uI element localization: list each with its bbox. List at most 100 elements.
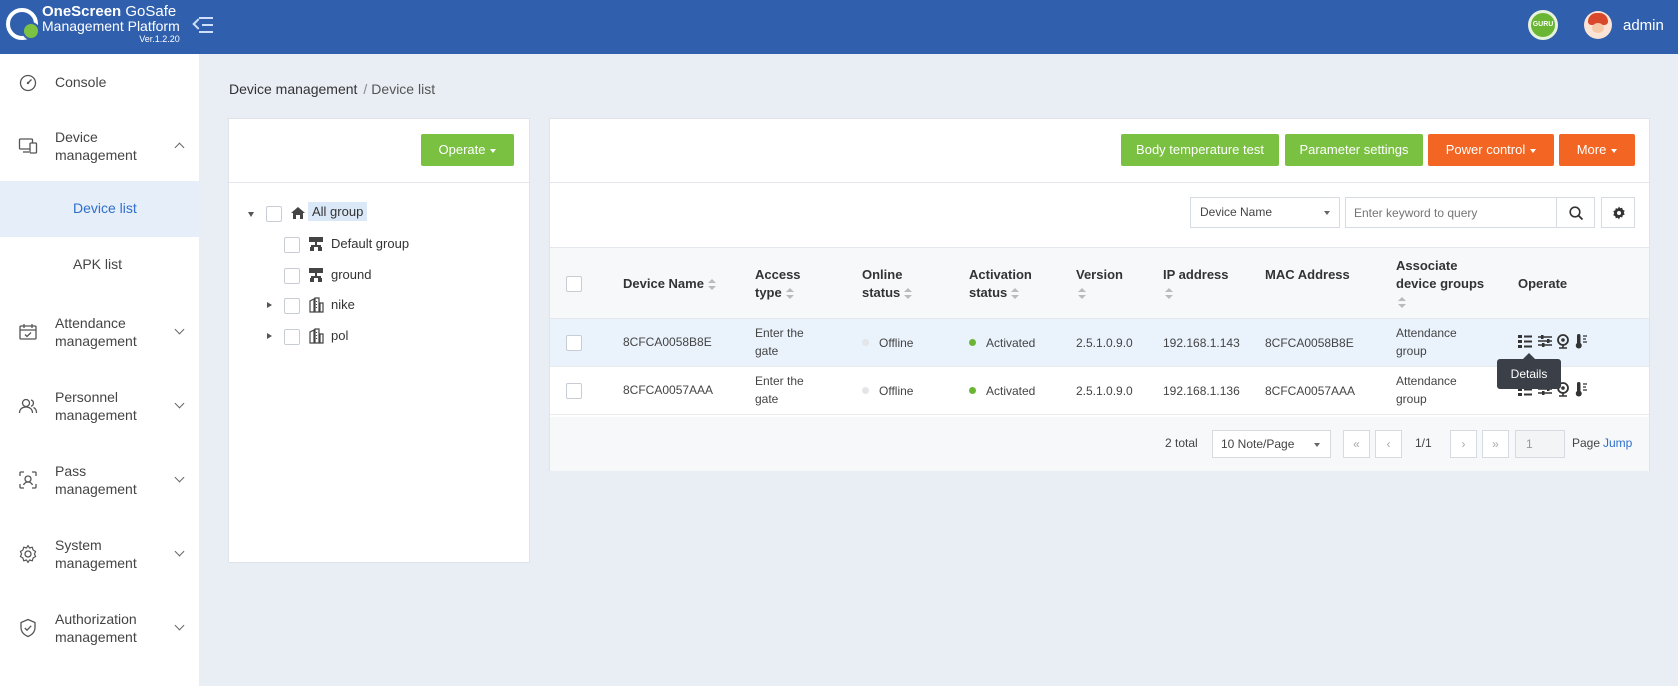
tree-node-default-group[interactable]: Default group (229, 233, 529, 257)
cell-activation-status: Activated (969, 334, 1035, 352)
sidebar-item-personnel-management[interactable]: Personnel management (0, 378, 199, 434)
col-online-status[interactable]: Online status (862, 266, 942, 302)
cell-online-status: Offline (862, 334, 913, 352)
tree-checkbox[interactable] (284, 237, 300, 253)
tree-node-pol[interactable]: pol (229, 325, 529, 349)
sidebar: Console Device management Device list AP… (0, 54, 199, 686)
collapse-menu-icon[interactable] (192, 14, 215, 36)
tree-node-all-group[interactable]: All group (229, 202, 529, 226)
col-associate-groups[interactable]: Associate device groups (1396, 257, 1516, 311)
sort-icon[interactable] (904, 287, 913, 300)
col-version[interactable]: Version (1076, 266, 1136, 302)
breadcrumb-separator: / (363, 81, 368, 97)
row-checkbox[interactable] (566, 335, 582, 351)
sidebar-item-apk-list[interactable]: APK list (0, 237, 199, 293)
sidebar-item-console[interactable]: Console (0, 54, 199, 110)
caret-down-icon (1324, 211, 1330, 215)
sidebar-item-authorization-management[interactable]: Authorization management (0, 600, 199, 656)
sort-icon[interactable] (1398, 296, 1406, 309)
org-chart-icon (309, 237, 323, 251)
face-scan-icon (19, 471, 37, 489)
tree-label-default-group[interactable]: Default group (331, 236, 409, 251)
tree-label-pol[interactable]: pol (331, 328, 348, 343)
col-ip-address[interactable]: IP address (1163, 266, 1243, 302)
tree-expand-icon[interactable] (267, 302, 272, 308)
jump-link[interactable]: Jump (1603, 436, 1632, 450)
user-avatar[interactable] (1584, 11, 1612, 39)
sidebar-label-pass-management: Pass management (55, 463, 137, 497)
power-control-button[interactable]: Power control (1428, 134, 1554, 166)
search-field-select[interactable]: Device Name (1190, 197, 1340, 228)
sidebar-item-attendance-management[interactable]: Attendance management (0, 304, 199, 360)
tree-node-ground[interactable]: ground (229, 264, 529, 288)
tree-collapse-icon[interactable] (248, 212, 254, 217)
sidebar-label-device-list: Device list (73, 200, 137, 216)
column-settings-button[interactable] (1601, 197, 1635, 228)
col-activation-status[interactable]: Activation status (969, 266, 1059, 302)
sidebar-label-attendance-management: Attendance management (55, 315, 137, 349)
row-checkbox[interactable] (566, 383, 582, 399)
guru-badge[interactable]: GURU (1528, 10, 1558, 40)
tree-checkbox[interactable] (284, 268, 300, 284)
sort-icon[interactable] (1078, 287, 1086, 300)
dashboard-icon (19, 74, 37, 92)
group-operate-button[interactable]: Operate (421, 134, 514, 166)
thermometer-icon[interactable] (1573, 333, 1589, 349)
status-dot-activated (969, 387, 976, 395)
last-page-button[interactable]: » (1482, 430, 1509, 458)
tree-checkbox[interactable] (284, 329, 300, 345)
breadcrumb: Device management / Device list (229, 81, 435, 97)
tree-label-nike[interactable]: nike (331, 297, 355, 312)
select-all-checkbox[interactable] (566, 276, 582, 292)
group-tree-panel: Operate All group Default group ground n… (228, 118, 530, 563)
next-page-button[interactable]: › (1450, 430, 1477, 458)
search-input[interactable] (1345, 197, 1556, 228)
details-icon[interactable] (1517, 333, 1533, 349)
thermometer-icon[interactable] (1573, 381, 1589, 397)
app-logo[interactable]: OneScreen GoSafe Management Platform Ver… (6, 4, 180, 48)
more-button[interactable]: More (1559, 134, 1635, 166)
user-name[interactable]: admin (1623, 17, 1664, 34)
table-row[interactable]: 8CFCA0057AAA Enter the gate Offline Acti… (550, 367, 1649, 415)
chevron-up-icon (174, 142, 185, 153)
current-page: 1/1 (1415, 436, 1432, 450)
cell-mac-address: 8CFCA0057AAA (1265, 384, 1356, 398)
first-page-button[interactable]: « (1343, 430, 1370, 458)
shield-check-icon (20, 618, 36, 638)
sidebar-item-device-list[interactable]: Device list (0, 181, 199, 237)
sidebar-item-pass-management[interactable]: Pass management (0, 452, 199, 508)
sliders-icon[interactable] (1537, 333, 1553, 349)
caret-down-icon (1530, 148, 1537, 153)
search-button[interactable] (1556, 197, 1595, 228)
tree-expand-icon[interactable] (267, 333, 272, 339)
sidebar-item-device-management[interactable]: Device management (0, 118, 199, 174)
jump-page-input[interactable] (1515, 430, 1565, 458)
sort-icon[interactable] (785, 287, 794, 300)
parameter-settings-button[interactable]: Parameter settings (1285, 134, 1423, 166)
status-dot-offline (862, 339, 869, 347)
tree-node-nike[interactable]: nike (229, 294, 529, 318)
prev-page-button[interactable]: ‹ (1375, 430, 1402, 458)
sidebar-item-system-management[interactable]: System management (0, 526, 199, 582)
chevron-down-icon (174, 620, 185, 631)
tree-label-all-group[interactable]: All group (308, 202, 368, 221)
cell-online-status: Offline (862, 382, 913, 400)
cell-activation-status: Activated (969, 382, 1035, 400)
breadcrumb-parent[interactable]: Device management (229, 81, 357, 97)
table-row[interactable]: 8CFCA0058B8E Enter the gate Offline Acti… (550, 319, 1649, 367)
tree-checkbox[interactable] (284, 298, 300, 314)
body-temperature-test-button[interactable]: Body temperature test (1121, 134, 1279, 166)
chevron-down-icon (174, 472, 185, 483)
col-access-type[interactable]: Access type (755, 266, 835, 302)
tree-checkbox[interactable] (266, 206, 282, 222)
logo-text: OneScreen GoSafe Management Platform Ver… (42, 4, 180, 45)
page-size-select[interactable]: 10 Note/Page (1212, 430, 1331, 458)
pagination-total: 2 total (1165, 436, 1198, 450)
sort-icon[interactable] (707, 278, 716, 291)
col-device-name[interactable]: Device Name (623, 275, 716, 293)
sidebar-label-system-management: System management (55, 537, 137, 571)
tree-label-ground[interactable]: ground (331, 267, 371, 282)
webcam-icon[interactable] (1555, 333, 1571, 349)
sort-icon[interactable] (1165, 287, 1173, 300)
sort-icon[interactable] (1011, 287, 1020, 300)
